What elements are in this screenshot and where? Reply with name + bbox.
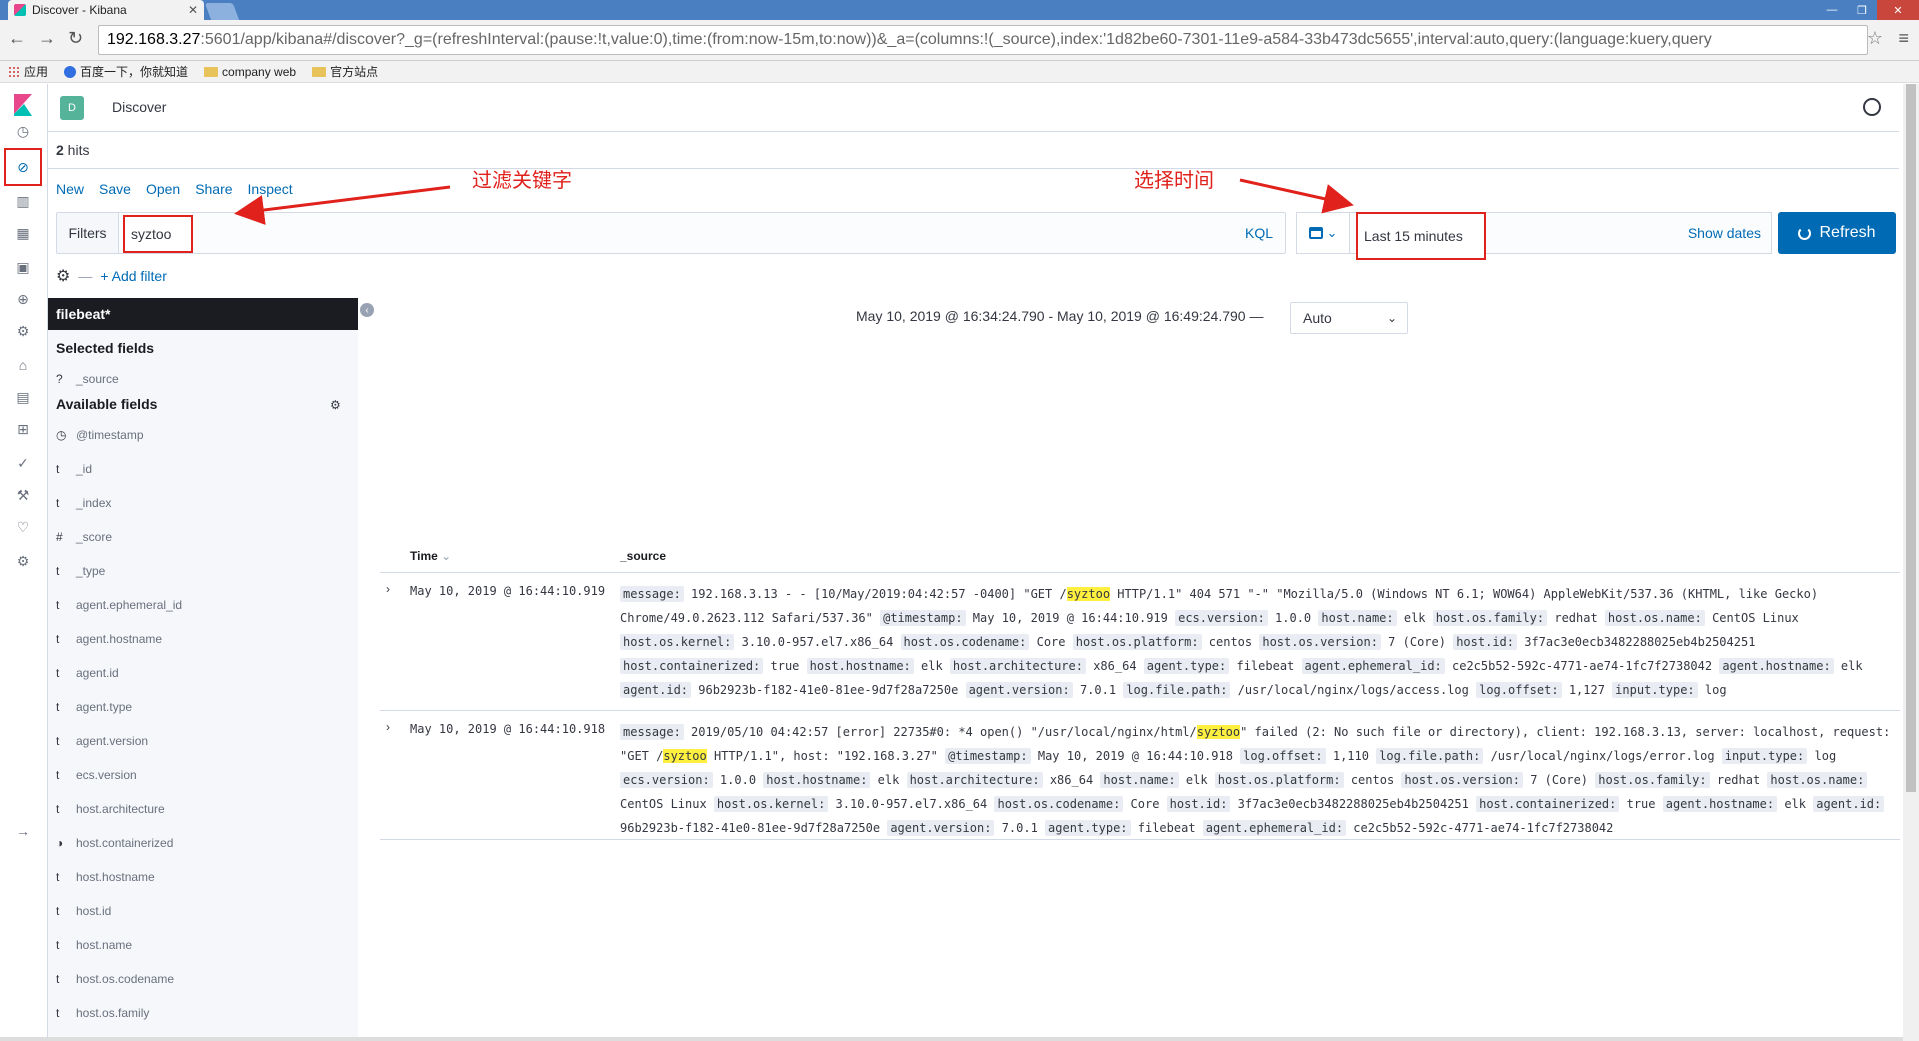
annotation-arrows	[234, 178, 1354, 225]
annotation-time: 选择时间	[1134, 170, 1214, 192]
annotation-filter: 过滤关键字	[472, 170, 572, 192]
arrow-time	[1239, 178, 1354, 214]
arrow-filter	[234, 185, 451, 225]
vertical-scrollbar[interactable]	[1903, 84, 1919, 1041]
scrollbar-thumb[interactable]	[1906, 84, 1916, 792]
horizontal-scrollbar[interactable]	[0, 1037, 1903, 1041]
